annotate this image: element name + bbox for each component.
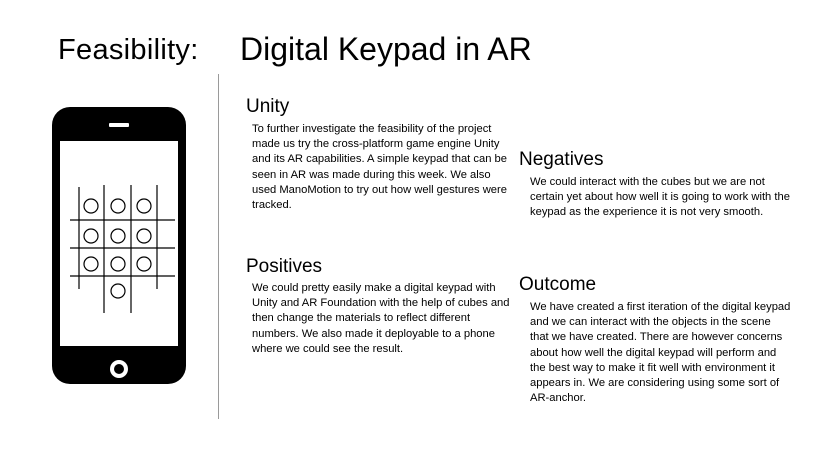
outcome-body: We have created a first iteration of the… xyxy=(530,301,791,405)
positives-body: We could pretty easily make a digital ke… xyxy=(252,282,510,355)
unity-body: To further investigate the feasibility o… xyxy=(252,123,507,212)
outcome-heading: Outcome xyxy=(519,274,597,295)
positives-heading: Positives xyxy=(246,256,323,277)
unity-heading: Unity xyxy=(246,96,290,117)
negatives-heading: Negatives xyxy=(519,149,604,170)
negatives-body: We could interact with the cubes but we … xyxy=(530,176,790,219)
